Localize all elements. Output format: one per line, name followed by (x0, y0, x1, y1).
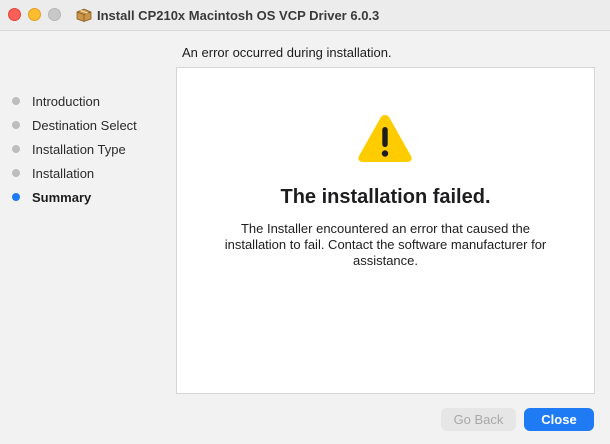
page-heading: An error occurred during installation. (182, 45, 392, 60)
step-bullet (12, 169, 20, 177)
step-bullet (12, 121, 20, 129)
zoom-window-button (48, 8, 61, 21)
step-label: Destination Select (32, 117, 137, 133)
step-label: Introduction (32, 93, 100, 109)
failure-title: The installation failed. (280, 186, 491, 208)
step-summary: Summary (12, 185, 137, 209)
window-title-group: Install CP210x Macintosh OS VCP Driver 6… (76, 7, 379, 23)
window-title: Install CP210x Macintosh OS VCP Driver 6… (97, 7, 380, 23)
step-label: Installation Type (32, 141, 126, 157)
step-bullet (12, 97, 20, 105)
installer-steps: Introduction Destination Select Installa… (12, 89, 137, 209)
package-icon (76, 8, 92, 22)
minimize-window-button[interactable] (28, 8, 41, 21)
step-introduction: Introduction (12, 89, 137, 113)
step-bullet (12, 145, 20, 153)
close-window-button[interactable] (8, 8, 21, 21)
step-installation-type: Installation Type (12, 137, 137, 161)
failure-message: The Installer encountered an error that … (224, 221, 547, 268)
close-button[interactable]: Close (524, 408, 594, 431)
step-label: Installation (32, 165, 95, 181)
title-bar[interactable]: Install CP210x Macintosh OS VCP Driver 6… (0, 0, 610, 31)
warning-icon (358, 115, 412, 162)
summary-panel: The installation failed. The Installer e… (176, 67, 595, 394)
go-back-button[interactable]: Go Back (441, 408, 516, 431)
step-installation: Installation (12, 161, 137, 185)
step-label: Summary (32, 189, 92, 205)
step-destination-select: Destination Select (12, 113, 137, 137)
step-bullet-active (12, 193, 20, 201)
installer-window: Install CP210x Macintosh OS VCP Driver 6… (0, 0, 610, 444)
